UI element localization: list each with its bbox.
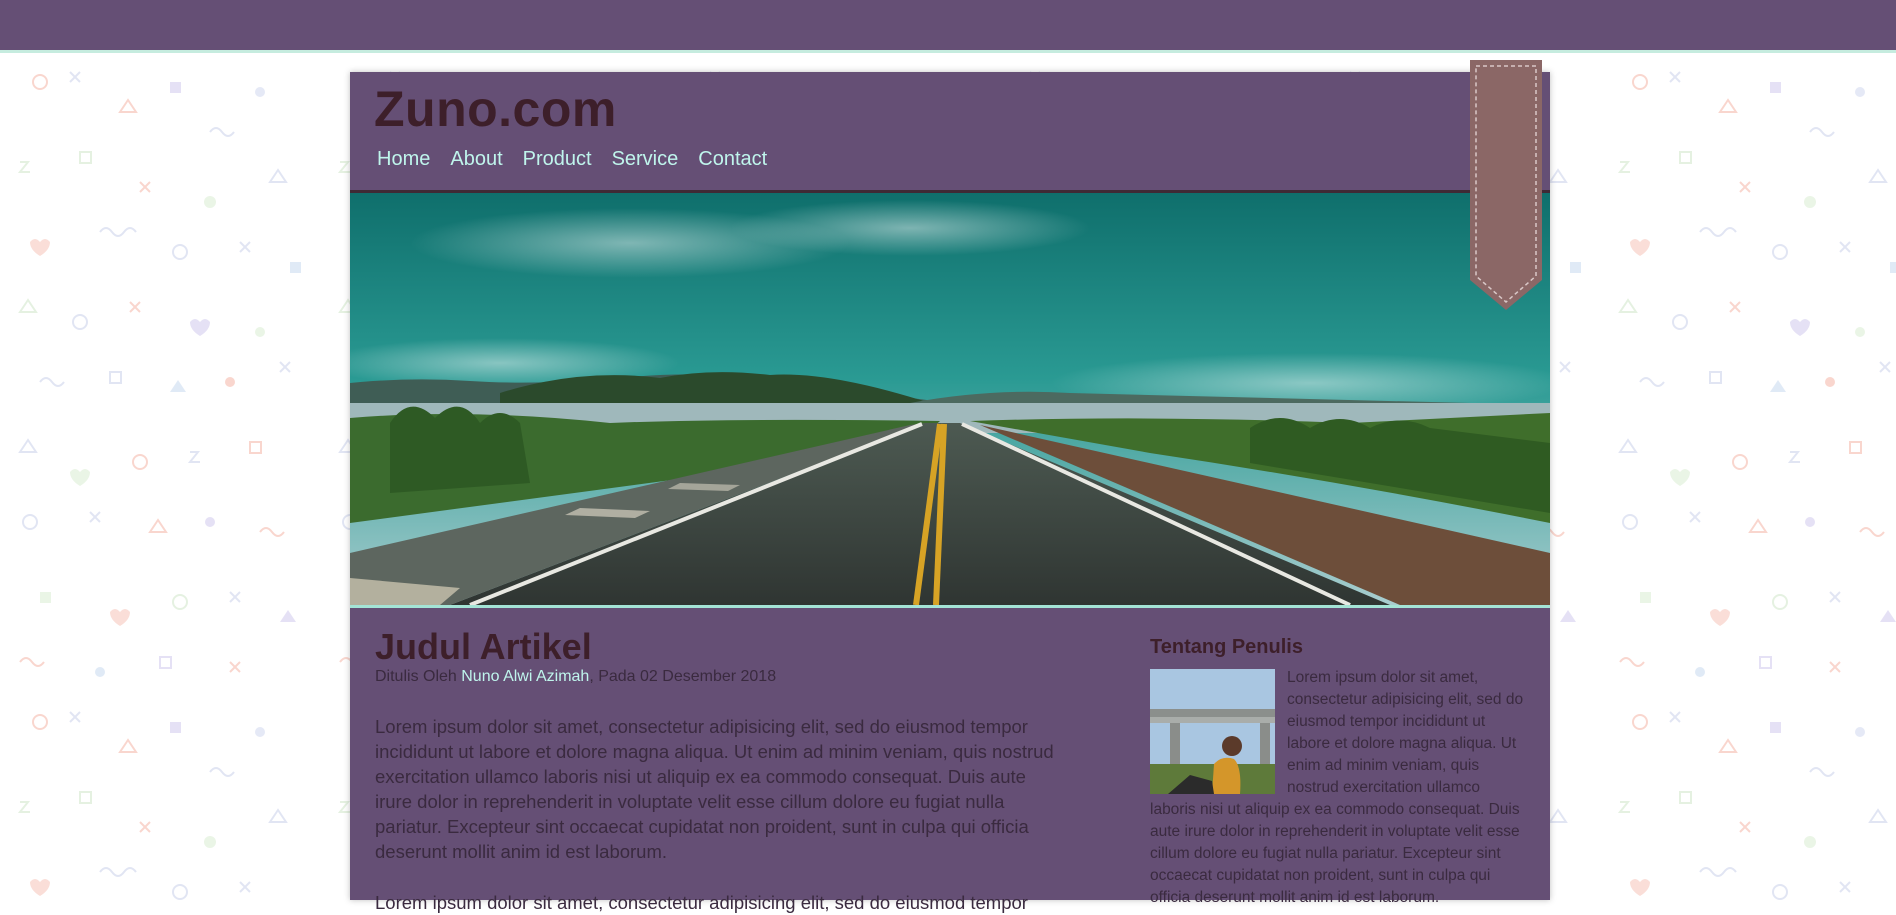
article-meta: Ditulis Oleh Nuno Alwi Azimah, Pada 02 D… xyxy=(375,668,1065,686)
hero-image xyxy=(350,193,1550,608)
site-header: Zuno.com Home About Product Service Cont… xyxy=(350,72,1550,193)
author-photo xyxy=(1150,669,1275,794)
article-paragraph: Lorem ipsum dolor sit amet, consectetur … xyxy=(375,716,1054,862)
sidebar-heading: Tentang Penulis xyxy=(1150,636,1303,658)
meta-suffix: , Pada 02 Desember 2018 xyxy=(589,668,777,685)
sidebar-text-block: Lorem ipsum dolor sit amet, consectetur … xyxy=(1150,667,1528,909)
site-title[interactable]: Zuno.com xyxy=(374,80,617,138)
nav-product[interactable]: Product xyxy=(523,148,592,171)
article: Judul Artikel Ditulis Oleh Nuno Alwi Azi… xyxy=(375,628,1065,915)
article-title: Judul Artikel xyxy=(375,626,592,667)
page-container: Zuno.com Home About Product Service Cont… xyxy=(350,60,1550,914)
nav-contact[interactable]: Contact xyxy=(698,148,767,171)
author-sidebar: Tentang Penulis Lorem ipsum dolor sit am… xyxy=(1150,636,1528,909)
bookmark-ribbon xyxy=(1470,60,1542,310)
article-paragraph: Lorem ipsum dolor sit amet, consectetur … xyxy=(375,892,1028,913)
nav-service[interactable]: Service xyxy=(612,148,679,171)
content-area: Judul Artikel Ditulis Oleh Nuno Alwi Azi… xyxy=(350,608,1550,914)
top-bar xyxy=(0,0,1896,53)
author-link[interactable]: Nuno Alwi Azimah xyxy=(461,668,589,685)
main-nav: Home About Product Service Contact xyxy=(377,148,767,171)
nav-home[interactable]: Home xyxy=(377,148,430,171)
nav-about[interactable]: About xyxy=(450,148,502,171)
meta-prefix: Ditulis Oleh xyxy=(375,668,462,685)
road-landscape-photo xyxy=(350,193,1550,605)
